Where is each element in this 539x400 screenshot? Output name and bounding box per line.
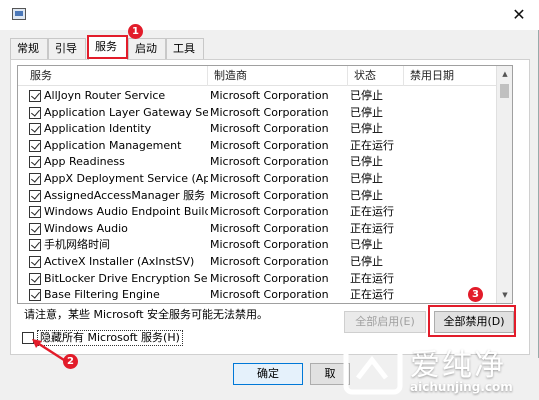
service-checkbox[interactable]: [29, 272, 41, 285]
list-header: 服务 制造商 状态 禁用日期: [18, 66, 498, 86]
tab-boot[interactable]: 引导: [48, 38, 86, 59]
service-status: 正在运行: [350, 138, 394, 152]
scroll-thumb[interactable]: [500, 84, 509, 98]
service-status: 已停止: [350, 122, 383, 136]
service-name: Windows Audio Endpoint Builder: [44, 205, 208, 219]
list-scrollbar[interactable]: ▲ ▼: [496, 66, 512, 303]
title-bar[interactable]: ✕: [0, 0, 539, 30]
list-rows: AllJoyn Router Service Microsoft Corporat…: [18, 88, 498, 303]
service-checkbox[interactable]: [29, 255, 41, 268]
service-vendor: Microsoft Corporation: [210, 221, 329, 235]
enable-all-button[interactable]: 全部启用(E): [344, 311, 426, 333]
service-checkbox[interactable]: [29, 289, 41, 302]
service-vendor: Microsoft Corporation: [210, 188, 329, 202]
service-checkbox[interactable]: [29, 222, 41, 235]
service-vendor: Microsoft Corporation: [210, 205, 329, 219]
service-checkbox[interactable]: [29, 106, 41, 119]
scroll-up-icon[interactable]: ▲: [497, 66, 512, 82]
service-vendor: Microsoft Corporation: [210, 122, 329, 136]
tab-startup[interactable]: 启动: [128, 38, 166, 59]
annotation-badge-3: 3: [468, 287, 483, 302]
service-checkbox[interactable]: [29, 206, 41, 219]
service-name: 手机网络时间: [44, 238, 110, 252]
watermark-url: aichunjing.com: [410, 380, 513, 394]
service-status: 已停止: [350, 105, 383, 119]
service-name: ActiveX Installer (AxInstSV): [44, 254, 195, 268]
services-list[interactable]: 服务 制造商 状态 禁用日期 AllJoyn Router Service Mic…: [17, 65, 513, 304]
table-row[interactable]: 手机网络时间 Microsoft Corporation 已停止: [18, 237, 498, 254]
service-vendor: Microsoft Corporation: [210, 171, 329, 185]
service-vendor: Microsoft Corporation: [210, 138, 329, 152]
tab-tools[interactable]: 工具: [166, 38, 204, 59]
service-status: 已停止: [350, 171, 383, 185]
tab-general[interactable]: 常规: [10, 38, 48, 59]
service-status: 已停止: [350, 238, 383, 252]
service-vendor: Microsoft Corporation: [210, 254, 329, 268]
column-header-status[interactable]: 状态: [348, 66, 404, 86]
service-vendor: Microsoft Corporation: [210, 271, 329, 285]
service-checkbox[interactable]: [29, 123, 41, 136]
service-name: BitLocker Drive Encryption Service: [44, 271, 208, 285]
column-header-vendor[interactable]: 制造商: [208, 66, 348, 86]
service-status: 已停止: [350, 188, 383, 202]
watermark-brand: 爱纯净: [410, 348, 506, 383]
service-name: Windows Audio: [44, 221, 128, 235]
highlight-disable-all: [428, 305, 516, 337]
column-header-service[interactable]: 服务: [24, 66, 208, 86]
table-row[interactable]: AssignedAccessManager 服务 Microsoft Corpor…: [18, 188, 498, 205]
watermark: 爱纯净 aichunjing.com: [340, 340, 539, 400]
service-status: 正在运行: [350, 271, 394, 285]
table-row[interactable]: Windows Audio Microsoft Corporation 正在运行: [18, 221, 498, 238]
service-name: Base Filtering Engine: [44, 288, 160, 302]
table-row[interactable]: Windows Audio Endpoint Builder Microsoft …: [18, 204, 498, 221]
service-status: 已停止: [350, 254, 383, 268]
service-status: 正在运行: [350, 221, 394, 235]
service-vendor: Microsoft Corporation: [210, 155, 329, 169]
table-row[interactable]: BitLocker Drive Encryption ServiceMicros…: [18, 271, 498, 288]
column-header-disable-date[interactable]: 禁用日期: [404, 66, 498, 86]
service-vendor: Microsoft Corporation: [210, 89, 329, 102]
service-name: Application Management: [44, 138, 182, 152]
table-row[interactable]: Application Layer Gateway ServiceMicroso…: [18, 105, 498, 122]
service-status: 正在运行: [350, 205, 394, 219]
service-status: 正在运行: [350, 288, 394, 302]
table-row[interactable]: AppX Deployment Service (AppX...Microsof…: [18, 171, 498, 188]
service-status: 已停止: [350, 155, 383, 169]
service-checkbox[interactable]: [29, 90, 41, 102]
app-icon: [12, 8, 26, 20]
service-checkbox[interactable]: [29, 139, 41, 152]
service-name: AssignedAccessManager 服务: [44, 188, 206, 202]
security-note: 请注意，某些 Microsoft 安全服务可能无法禁用。: [24, 308, 269, 321]
watermark-logo-icon: [343, 345, 403, 395]
table-row[interactable]: Application Management Microsoft Corporat…: [18, 138, 498, 155]
service-name: AllJoyn Router Service: [44, 89, 166, 102]
service-checkbox[interactable]: [29, 156, 41, 169]
table-row[interactable]: ActiveX Installer (AxInstSV) Microsoft Co…: [18, 254, 498, 271]
annotation-badge-2: 2: [63, 354, 78, 369]
service-status: 已停止: [350, 89, 383, 102]
service-name: Application Layer Gateway Service: [44, 105, 208, 119]
service-name: App Readiness: [44, 155, 125, 169]
service-checkbox[interactable]: [29, 189, 41, 202]
service-vendor: Microsoft Corporation: [210, 105, 329, 119]
table-row[interactable]: AllJoyn Router Service Microsoft Corporat…: [18, 88, 498, 105]
annotation-badge-1: 1: [128, 24, 143, 39]
ok-button[interactable]: 确定: [233, 363, 303, 385]
highlight-services-tab: [87, 35, 128, 59]
service-vendor: Microsoft Corporation: [210, 288, 329, 302]
service-checkbox[interactable]: [29, 239, 41, 252]
table-row[interactable]: App Readiness Microsoft Corporation 已停止: [18, 154, 498, 171]
service-name: Application Identity: [44, 122, 152, 136]
close-button[interactable]: ✕: [507, 4, 531, 26]
service-name: AppX Deployment Service (AppX...: [44, 171, 208, 185]
service-vendor: Microsoft Corporation: [210, 238, 329, 252]
table-row[interactable]: Base Filtering Engine Microsoft Corporati…: [18, 287, 498, 303]
service-checkbox[interactable]: [29, 172, 41, 185]
table-row[interactable]: Application Identity Microsoft Corporatio…: [18, 121, 498, 138]
scroll-down-icon[interactable]: ▼: [497, 287, 512, 303]
